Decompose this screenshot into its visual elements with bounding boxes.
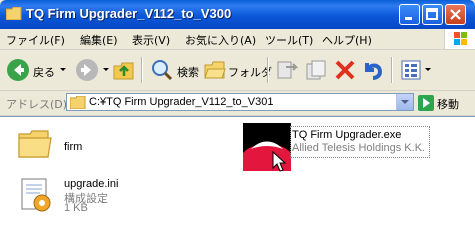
- menu-help[interactable]: ヘルプ(H): [322, 32, 372, 48]
- close-button[interactable]: [445, 4, 466, 25]
- forward-icon[interactable]: [75, 58, 99, 82]
- maximize-button[interactable]: [422, 4, 443, 25]
- folder-icon: [6, 7, 22, 20]
- minimize-icon: [405, 17, 412, 20]
- menu-favorites[interactable]: お気に入り(A): [185, 32, 256, 48]
- address-path: C:¥TQ Firm Upgrader_V112_to_V301: [89, 96, 274, 108]
- folder-icon: [18, 130, 52, 158]
- undo-icon[interactable]: [361, 58, 385, 82]
- menu-tools[interactable]: ツール(T): [265, 32, 313, 48]
- toolbar: 戻る 検索 フォルダ: [0, 50, 475, 91]
- file-name: firm: [64, 141, 83, 153]
- copy-to-icon[interactable]: [305, 59, 327, 81]
- move-to-icon[interactable]: [276, 59, 298, 81]
- folders-icon[interactable]: [203, 58, 227, 82]
- views-icon[interactable]: [400, 59, 422, 81]
- windows-logo-icon: [444, 29, 475, 49]
- menu-file[interactable]: ファイル(F): [6, 32, 65, 48]
- back-label[interactable]: 戻る: [33, 64, 55, 80]
- menu-bar: ファイル(F) 編集(E) 表示(V) お気に入り(A) ツール(T) ヘルプ(…: [0, 29, 475, 50]
- file-list: firm TQ Firm Upgrader.exe Allied Telesis…: [0, 116, 475, 248]
- back-icon[interactable]: [6, 58, 30, 82]
- close-icon: [450, 9, 461, 20]
- address-dropdown-button[interactable]: [396, 94, 413, 110]
- list-item[interactable]: firm: [18, 129, 118, 169]
- file-name: upgrade.ini: [64, 178, 119, 190]
- address-bar: アドレス(D) C:¥TQ Firm Upgrader_V112_to_V301…: [0, 91, 475, 116]
- toolbar-separator: [391, 57, 393, 83]
- title-bar[interactable]: TQ Firm Upgrader_V112_to_V300: [0, 0, 475, 29]
- folders-label[interactable]: フォルダ: [228, 64, 272, 80]
- views-dropdown-icon[interactable]: [425, 68, 431, 71]
- forward-dropdown-icon[interactable]: [103, 68, 109, 71]
- address-label: アドレス(D): [6, 98, 68, 111]
- menu-edit[interactable]: 編集(E): [80, 32, 118, 48]
- list-item[interactable]: upgrade.ini 構成設定 1 KB: [18, 177, 138, 223]
- file-name: TQ Firm Upgrader.exe: [292, 129, 402, 141]
- menu-view[interactable]: 表示(V): [132, 32, 170, 48]
- file-company: Allied Telesis Holdings K.K.: [292, 142, 426, 154]
- maximize-icon: [426, 8, 438, 20]
- back-dropdown-icon[interactable]: [60, 68, 66, 71]
- mouse-cursor-icon: [272, 151, 287, 172]
- search-icon[interactable]: [150, 58, 174, 82]
- search-label[interactable]: 検索: [177, 64, 199, 80]
- address-input[interactable]: C:¥TQ Firm Upgrader_V112_to_V301: [66, 93, 414, 111]
- minimize-button[interactable]: [399, 4, 420, 25]
- settings-file-icon: [21, 178, 51, 212]
- toolbar-separator: [267, 57, 269, 83]
- go-arrow-icon[interactable]: [418, 95, 434, 111]
- folder-icon: [70, 96, 86, 109]
- go-button-label[interactable]: 移動: [437, 96, 459, 112]
- window-title: TQ Firm Upgrader_V112_to_V300: [26, 6, 232, 21]
- up-folder-icon[interactable]: [112, 58, 136, 82]
- explorer-window: TQ Firm Upgrader_V112_to_V300 ファイル(F) 編集…: [0, 0, 475, 248]
- toolbar-separator: [141, 57, 143, 83]
- delete-icon[interactable]: [333, 58, 357, 82]
- file-size: 1 KB: [64, 202, 88, 214]
